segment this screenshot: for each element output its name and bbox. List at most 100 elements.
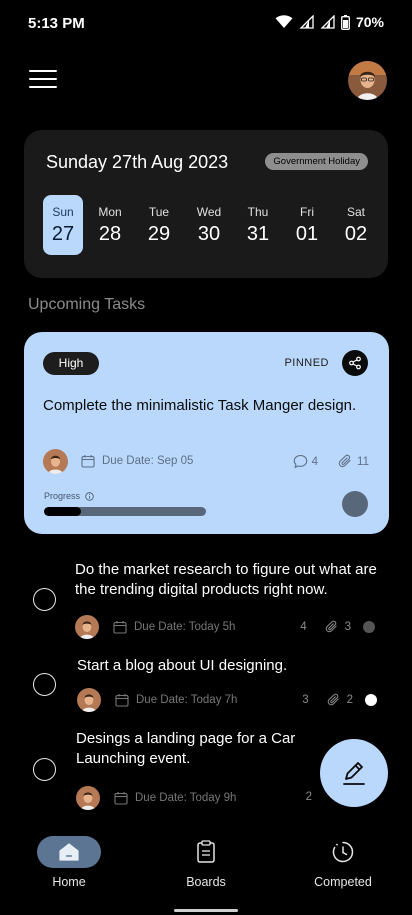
due-date: Due Date: Today 5h: [113, 620, 235, 634]
nav-label: Boards: [186, 875, 226, 889]
day-name: Tue: [148, 205, 170, 219]
status-time: 5:13 PM: [28, 15, 85, 32]
progress-label: Progress: [44, 491, 94, 501]
assignee-avatar: [43, 449, 68, 474]
task-checkbox[interactable]: [33, 758, 56, 781]
status-icons: 70%: [275, 14, 384, 30]
nav-item-boards[interactable]: Boards: [156, 836, 256, 889]
calendar-icon: [114, 792, 128, 805]
progress-fill: [44, 507, 82, 516]
task-counts: 4 3: [300, 620, 375, 634]
task-meta: Due Date: Today 5h 4 3: [75, 615, 375, 640]
battery-percent: 70%: [355, 14, 384, 30]
day-name: Fri: [300, 205, 314, 219]
share-icon: [349, 356, 361, 370]
due-date: Due Date: Sep 05: [81, 454, 193, 468]
task-checkbox[interactable]: [33, 673, 56, 696]
signal-icon: [320, 15, 335, 29]
day-number: 29: [147, 223, 171, 245]
due-date: Due Date: Today 9h: [114, 791, 236, 805]
task-counts: 4 11: [293, 454, 369, 469]
holiday-badge: Government Holiday: [265, 153, 368, 170]
day-name: Wed: [196, 205, 222, 219]
share-button[interactable]: [342, 350, 368, 376]
task-item[interactable]: Start a blog about UI designing. Due Dat…: [0, 656, 412, 716]
task-item[interactable]: Do the market research to figure out wha…: [0, 560, 412, 644]
day-number: 31: [246, 223, 270, 245]
clipboard-icon: [197, 840, 215, 863]
nav-item-home[interactable]: Home: [19, 836, 119, 889]
day-cell[interactable]: Mon 28: [90, 195, 130, 255]
attachment-icon: [338, 454, 351, 468]
day-name: Mon: [98, 205, 122, 219]
day-cell[interactable]: Sun 27: [43, 195, 83, 255]
attachment-icon: [325, 620, 337, 633]
nav-icon-wrap: [37, 836, 101, 868]
status-dot: [363, 621, 375, 633]
pinned-label: PINNED: [284, 357, 329, 369]
assignee-avatar: [76, 786, 100, 810]
menu-button[interactable]: [29, 68, 57, 90]
home-indicator: [174, 909, 238, 912]
due-date-text: Due Date: Sep 05: [102, 455, 194, 467]
calendar-icon: [115, 694, 129, 707]
nav-label: Home: [52, 875, 86, 889]
task-title: Desings a landing page for a Car Launchi…: [76, 730, 296, 767]
day-number: 01: [295, 223, 319, 245]
progress-label-text: Progress: [44, 491, 81, 501]
comment-count: 2: [305, 791, 312, 803]
app-screen: 5:13 PM 70% Sunday 27th Aug 2023 Governm…: [0, 0, 412, 915]
due-date: Due Date: Today 7h: [115, 693, 237, 707]
task-title: Do the market research to figure out wha…: [75, 561, 377, 598]
date-title: Sunday 27th Aug 2023: [46, 152, 229, 172]
wifi-icon: [275, 15, 293, 28]
day-cell[interactable]: Tue 29: [139, 195, 179, 255]
pinned-task-meta: Due Date: Sep 05 4 11: [43, 449, 369, 475]
nav-icon-wrap: [311, 836, 375, 868]
day-cell[interactable]: Wed 30: [189, 195, 229, 255]
priority-badge: High: [43, 352, 99, 375]
task-counts: 3 2: [302, 693, 377, 707]
due-date-text: Due Date: Today 7h: [136, 694, 238, 706]
day-name: Sun: [52, 205, 74, 219]
calendar-icon: [81, 455, 95, 468]
due-date-text: Due Date: Today 9h: [135, 792, 237, 804]
day-cell[interactable]: Fri 01: [287, 195, 327, 255]
signal-icon: [299, 15, 314, 29]
pinned-task-title: Complete the minimalistic Task Manger de…: [43, 397, 357, 414]
assignee-avatar: [77, 688, 101, 712]
day-cell[interactable]: Sat 02: [336, 195, 376, 255]
day-name: Thu: [247, 205, 269, 219]
nav-label: Competed: [314, 875, 372, 889]
day-number: 30: [197, 223, 221, 245]
comment-icon: [293, 454, 307, 469]
assignee-avatar: [75, 615, 99, 639]
day-name: Sat: [346, 205, 365, 219]
pencil-icon: [343, 762, 365, 785]
day-cell[interactable]: Thu 31: [238, 195, 278, 255]
due-date-text: Due Date: Today 5h: [134, 621, 236, 633]
clock-icon: [332, 841, 354, 863]
task-counts: 2: [306, 791, 312, 803]
task-meta: Due Date: Today 7h 3 2: [77, 688, 377, 713]
date-card: Sunday 27th Aug 2023 Government Holiday …: [24, 130, 388, 278]
comment-count: 4: [311, 455, 319, 468]
calendar-icon: [113, 621, 127, 634]
task-meta: Due Date: Today 9h 2: [76, 786, 312, 811]
add-task-button[interactable]: [320, 739, 388, 807]
day-number: 27: [51, 223, 75, 245]
attachment-count: 2: [346, 694, 353, 706]
comment-count: 4: [300, 621, 307, 633]
task-title: Start a blog about UI designing.: [77, 657, 288, 674]
profile-avatar[interactable]: [348, 61, 387, 100]
section-title: Upcoming Tasks: [28, 296, 146, 313]
nav-item-completed[interactable]: Competed: [293, 836, 393, 889]
avatar-image: [348, 61, 387, 100]
pinned-task-card[interactable]: High PINNED Complete the minimalistic Ta…: [24, 332, 389, 534]
task-checkbox[interactable]: [33, 588, 56, 611]
battery-icon: [341, 14, 350, 30]
attachment-icon: [327, 693, 339, 706]
status-dot: [365, 694, 377, 706]
day-number: 28: [98, 223, 122, 245]
attachment-count: 3: [344, 621, 351, 633]
